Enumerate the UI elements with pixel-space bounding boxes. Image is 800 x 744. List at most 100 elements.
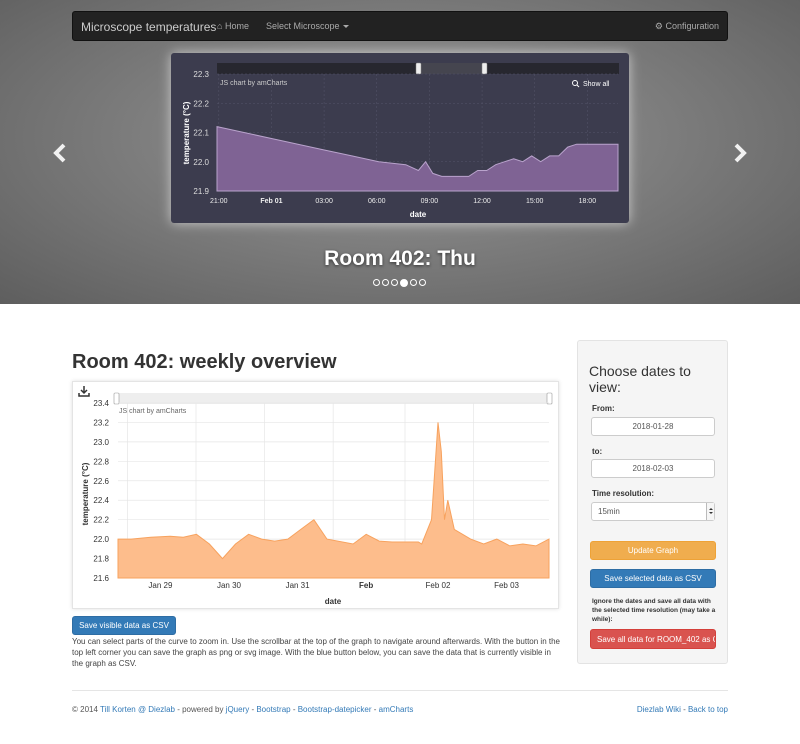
chart-scrollbar-thumb[interactable] xyxy=(418,63,484,74)
resolution-select[interactable]: 15min xyxy=(591,502,715,521)
to-label: to: xyxy=(592,447,603,456)
wiki-link[interactable]: Diezlab Wiki xyxy=(637,705,681,714)
y-tick-label: 21.9 xyxy=(193,187,209,196)
page-title: Room 402: weekly overview xyxy=(72,351,337,373)
x-tick-label: 12:00 xyxy=(473,198,491,205)
x-tick-label: 21:00 xyxy=(210,198,228,205)
bootstrap-link[interactable]: Bootstrap xyxy=(256,705,290,714)
x-axis-label: date xyxy=(325,597,342,606)
nav-configuration-label: Configuration xyxy=(665,21,719,31)
chevron-left-icon[interactable] xyxy=(53,143,67,168)
x-tick-label: 09:00 xyxy=(421,198,439,205)
footer-links: Diezlab Wiki - Back to top xyxy=(637,705,728,714)
x-tick-label: 18:00 xyxy=(579,198,597,205)
amcharts-credit: JS chart by amCharts xyxy=(119,408,187,415)
y-axis-label: temperature (°C) xyxy=(81,462,90,525)
caret-down-icon xyxy=(342,25,349,29)
nav-home-label: Home xyxy=(224,21,249,31)
x-tick-label: Jan 29 xyxy=(148,581,173,590)
from-label: From: xyxy=(592,404,615,413)
y-tick-label: 23.0 xyxy=(93,438,109,447)
x-axis-label: date xyxy=(410,210,427,219)
footer-divider xyxy=(72,690,728,691)
x-tick-label: 03:00 xyxy=(315,198,333,205)
gear-icon: ⚙ xyxy=(654,21,663,31)
chevron-right-icon[interactable] xyxy=(733,143,747,168)
y-tick-label: 23.2 xyxy=(93,418,109,427)
save-all-csv-button[interactable]: Save all data for ROOM_402 as CSV xyxy=(590,629,716,649)
scrollbar-handle-left[interactable] xyxy=(113,392,120,405)
carousel-indicator-4[interactable] xyxy=(400,279,408,287)
select-microscope-dropdown[interactable]: Select Microscope xyxy=(266,21,349,31)
carousel-indicators xyxy=(373,279,428,287)
chart-scrollbar[interactable] xyxy=(114,393,551,404)
x-tick-label: Jan 31 xyxy=(286,581,311,590)
save-visible-csv-button[interactable]: Save visible data as CSV xyxy=(72,616,176,635)
carousel-chart[interactable]: 22.3 22.2 22.1 22.0 21.9 21:00 Feb 01 03:00 06:0… xyxy=(171,53,629,223)
amcharts-credit: JS chart by amCharts xyxy=(220,80,288,87)
show-all-button: Show all xyxy=(583,81,610,88)
back-to-top-link[interactable]: Back to top xyxy=(688,705,728,714)
carousel-indicator-1[interactable] xyxy=(373,279,380,286)
footer-sep: - xyxy=(371,705,379,714)
magnifier-icon-handle xyxy=(576,84,580,88)
select-arrows-icon xyxy=(706,503,714,520)
y-tick-label: 21.8 xyxy=(93,555,109,564)
jquery-link[interactable]: jQuery xyxy=(226,705,250,714)
help-text: You can select parts of the curve to zoo… xyxy=(72,637,560,668)
y-tick-label: 23.4 xyxy=(93,399,109,408)
download-icon[interactable] xyxy=(77,384,91,398)
magnifier-icon[interactable] xyxy=(572,80,578,86)
carousel-indicator-2[interactable] xyxy=(382,279,389,286)
carousel: Microscope temperatures ⌂ Home Select Mi… xyxy=(0,0,800,304)
nav-configuration-link[interactable]: ⚙ Configuration xyxy=(655,21,719,32)
y-tick-label: 21.6 xyxy=(93,574,109,583)
navbar: Microscope temperatures ⌂ Home Select Mi… xyxy=(72,11,728,41)
x-tick-label: Jan 30 xyxy=(217,581,242,590)
scrollbar-handle-right[interactable] xyxy=(546,392,553,405)
x-tick-label: Feb 01 xyxy=(260,198,282,205)
carousel-indicator-5[interactable] xyxy=(410,279,417,286)
temperature-area[interactable] xyxy=(216,125,619,192)
x-tick-label: Feb 03 xyxy=(494,581,519,590)
date-chooser-title: Choose dates to view: xyxy=(589,363,691,395)
resolution-label: Time resolution: xyxy=(592,489,655,498)
author-link[interactable]: Till Korten @ Diezlab xyxy=(100,705,175,714)
to-date-field[interactable]: 2018-02-03 xyxy=(591,459,715,478)
select-microscope-label: Select Microscope xyxy=(266,21,340,31)
y-tick-label: 22.1 xyxy=(193,129,209,138)
footer-sep: - xyxy=(290,705,298,714)
y-tick-label: 22.0 xyxy=(93,535,109,544)
y-tick-label: 22.2 xyxy=(193,99,209,108)
x-tick-label: 06:00 xyxy=(368,198,386,205)
update-graph-button[interactable]: Update Graph xyxy=(590,541,716,560)
navbar-brand[interactable]: Microscope temperatures xyxy=(81,20,216,34)
amcharts-link[interactable]: amCharts xyxy=(379,705,414,714)
footer-sep: - xyxy=(680,705,688,714)
y-tick-label: 22.8 xyxy=(93,457,109,466)
from-date-field[interactable]: 2018-01-28 xyxy=(591,417,715,436)
weekly-chart[interactable]: 23.4 23.2 23.0 22.8 22.6 22.4 22.2 22.0 21.8 21.6… xyxy=(72,381,559,609)
carousel-chart-svg[interactable]: 22.3 22.2 22.1 22.0 21.921:00 Feb 01 03:00 06:0… xyxy=(171,53,629,223)
date-chooser-panel: Choose dates to view: From: 2018-01-28 t… xyxy=(577,340,728,664)
scrollbar-handle-left[interactable] xyxy=(415,62,422,75)
nav-home-link[interactable]: ⌂ Home xyxy=(217,21,249,31)
weekly-chart-svg[interactable]: 23.4 23.2 23.0 22.8 22.6 22.4 22.2 22.0 21.8 21.6… xyxy=(73,382,560,610)
y-tick-label: 22.3 xyxy=(193,70,209,79)
footer-powered: - powered by xyxy=(174,705,226,714)
y-tick-label: 22.0 xyxy=(193,158,209,167)
x-tick-label: Feb 02 xyxy=(426,581,451,590)
x-tick-label: Feb xyxy=(359,581,373,590)
x-tick-label: 15:00 xyxy=(526,198,544,205)
datepicker-link[interactable]: Bootstrap-datepicker xyxy=(298,705,372,714)
carousel-caption: Room 402: Thu xyxy=(324,247,476,270)
scrollbar-handle-right[interactable] xyxy=(481,62,488,75)
y-tick-label: 22.2 xyxy=(93,516,109,525)
carousel-indicator-3[interactable] xyxy=(391,279,398,286)
y-axis-label: temperature (°C) xyxy=(182,101,191,164)
save-all-note: Ignore the dates and save all data with … xyxy=(592,598,716,623)
footer-copyright: © 2014 xyxy=(72,705,100,714)
home-icon: ⌂ xyxy=(217,21,223,31)
carousel-indicator-6[interactable] xyxy=(419,279,426,286)
save-selected-csv-button[interactable]: Save selected data as CSV xyxy=(590,569,716,588)
